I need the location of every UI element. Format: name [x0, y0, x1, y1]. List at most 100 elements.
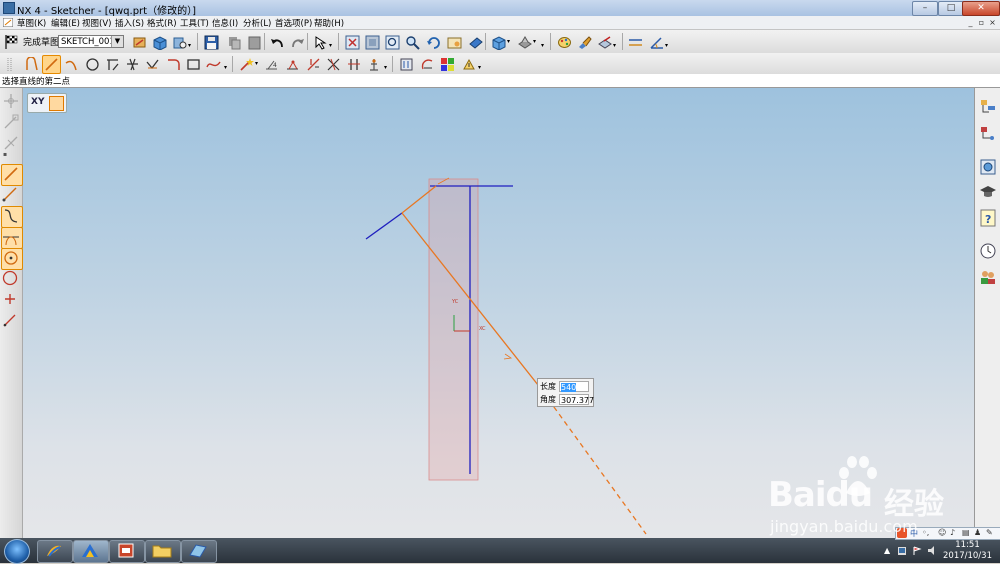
fit-view-button[interactable]	[343, 33, 362, 52]
quick-extend-button[interactable]	[123, 55, 142, 74]
measure-distance-button[interactable]	[626, 33, 645, 52]
sketch-color-button[interactable]	[438, 55, 457, 74]
taskbar-app-nx[interactable]	[73, 540, 109, 563]
menu-preferences[interactable]: 首选项(P)	[275, 17, 312, 29]
magnify-button[interactable]	[403, 33, 422, 52]
edit-object-display-button[interactable]	[575, 33, 594, 52]
menu-view[interactable]: 视图(V)	[82, 17, 111, 29]
show-hide-button[interactable]	[595, 33, 614, 52]
fillet-button[interactable]	[164, 55, 183, 74]
tangent-tool-button[interactable]	[1, 227, 23, 249]
toolbar-overflow-icon[interactable]: ▾	[224, 64, 227, 71]
show-no-constraints-button[interactable]	[324, 55, 343, 74]
network-icon[interactable]	[897, 546, 907, 556]
menu-insert[interactable]: 插入(S)	[115, 17, 144, 29]
update-sketch-button[interactable]	[418, 55, 437, 74]
circle-button[interactable]	[83, 55, 102, 74]
alternate-solution-button[interactable]	[345, 55, 364, 74]
start-button[interactable]	[4, 539, 30, 564]
toolbar-overflow-icon[interactable]: ▾	[665, 42, 668, 49]
quick-trim-button[interactable]	[103, 55, 122, 74]
redo-button[interactable]	[288, 33, 307, 52]
selection-filter-button[interactable]	[311, 33, 330, 52]
chevron-down-icon[interactable]: ▾	[533, 38, 536, 45]
line-button[interactable]	[42, 55, 61, 74]
chevron-down-icon[interactable]: ▾	[255, 60, 258, 67]
part-navigator-button[interactable]	[979, 125, 997, 143]
sketch-line-diagonal[interactable]	[365, 212, 403, 240]
toolbar-overflow-icon[interactable]: ▾	[541, 42, 544, 49]
studio-spline-button[interactable]	[204, 55, 223, 74]
taskbar-app-presentation[interactable]	[109, 540, 145, 563]
chevron-down-icon[interactable]: ▼	[111, 36, 123, 47]
assembly-navigator-button[interactable]	[979, 98, 997, 116]
point-on-curve-button[interactable]	[1, 248, 23, 270]
mdi-minimize-button[interactable]: _	[966, 18, 975, 27]
finish-sketch-button[interactable]: 完成草图	[4, 33, 59, 50]
taskbar-app-viewer[interactable]	[181, 540, 217, 563]
mid-point-icon[interactable]	[3, 135, 19, 151]
circle-tool-button[interactable]	[1, 269, 21, 289]
pan-button[interactable]	[445, 33, 464, 52]
palette-button[interactable]	[555, 33, 574, 52]
zoom-button[interactable]	[383, 33, 402, 52]
update-model-button[interactable]	[170, 33, 189, 52]
rotate-button[interactable]	[424, 33, 443, 52]
show-all-constraints-button[interactable]	[304, 55, 323, 74]
end-point-icon[interactable]	[3, 114, 19, 130]
tray-expand-icon[interactable]: ▲	[884, 546, 890, 555]
sketch-name-dropdown[interactable]: SKETCH_001 ▼	[58, 35, 124, 48]
menu-analysis[interactable]: 分析(L)	[243, 17, 271, 29]
reattach-button[interactable]	[150, 33, 169, 52]
toolbar-overflow-icon[interactable]: ▾	[329, 42, 332, 49]
menu-edit[interactable]: 编辑(E)	[51, 17, 80, 29]
maximize-button[interactable]: □	[938, 1, 964, 16]
animate-dimension-button[interactable]	[365, 55, 384, 74]
render-style-button[interactable]	[515, 33, 534, 52]
flag-icon[interactable]	[912, 546, 922, 556]
mdi-restore-button[interactable]: ▫	[977, 18, 986, 27]
menu-format[interactable]: 格式(R)	[147, 17, 177, 29]
history-button[interactable]	[979, 242, 997, 260]
chevron-down-icon[interactable]: ▾	[507, 38, 510, 45]
close-button[interactable]: ✕	[962, 1, 1000, 16]
roles-button[interactable]	[979, 268, 997, 286]
undo-button[interactable]	[268, 33, 287, 52]
rectangle-button[interactable]	[184, 55, 203, 74]
measure-angle-button[interactable]	[647, 33, 666, 52]
reference-button[interactable]	[459, 55, 478, 74]
menu-help[interactable]: 帮助(H)	[314, 17, 344, 29]
web-browser-button[interactable]	[979, 158, 997, 176]
toolbar-overflow-icon[interactable]: ▪	[3, 151, 7, 158]
profile-button[interactable]	[22, 55, 41, 74]
line-tool-button[interactable]	[1, 164, 23, 186]
save-button[interactable]	[202, 33, 221, 52]
menu-info[interactable]: 信息(I)	[212, 17, 238, 29]
inferred-constraints-button[interactable]	[237, 55, 256, 74]
menu-tools[interactable]: 工具(T)	[180, 17, 209, 29]
zoom-window-button[interactable]	[363, 33, 382, 52]
menu-sketch[interactable]: 草图(K)	[17, 17, 46, 29]
line-point-tool-button[interactable]	[1, 311, 21, 331]
line-angle-button[interactable]	[1, 185, 21, 205]
training-button[interactable]	[979, 183, 997, 201]
toolbar-overflow-icon[interactable]: ▾	[613, 42, 616, 49]
curve-tool-button[interactable]	[1, 206, 23, 228]
auto-dimension-button[interactable]: 4	[262, 55, 281, 74]
orient-view-to-sketch-button[interactable]	[130, 33, 149, 52]
toolbar-overflow-icon[interactable]: ▾	[384, 64, 387, 71]
true-shading-button[interactable]	[466, 33, 485, 52]
taskbar-app-browser[interactable]	[37, 540, 73, 563]
sketch-style-button[interactable]	[397, 55, 416, 74]
mdi-close-button[interactable]: ×	[988, 18, 997, 27]
view-orientation-button[interactable]	[489, 33, 508, 52]
minimize-button[interactable]: –	[912, 1, 938, 16]
constraints-button[interactable]	[283, 55, 302, 74]
toolbar-overflow-icon[interactable]: ▾	[188, 42, 191, 49]
make-corner-button[interactable]	[143, 55, 162, 74]
paste-button[interactable]	[245, 33, 264, 52]
copy-button[interactable]	[225, 33, 244, 52]
volume-icon[interactable]	[927, 545, 939, 556]
toolbar-overflow-icon[interactable]: ▾	[478, 64, 481, 71]
arc-button[interactable]	[62, 55, 81, 74]
